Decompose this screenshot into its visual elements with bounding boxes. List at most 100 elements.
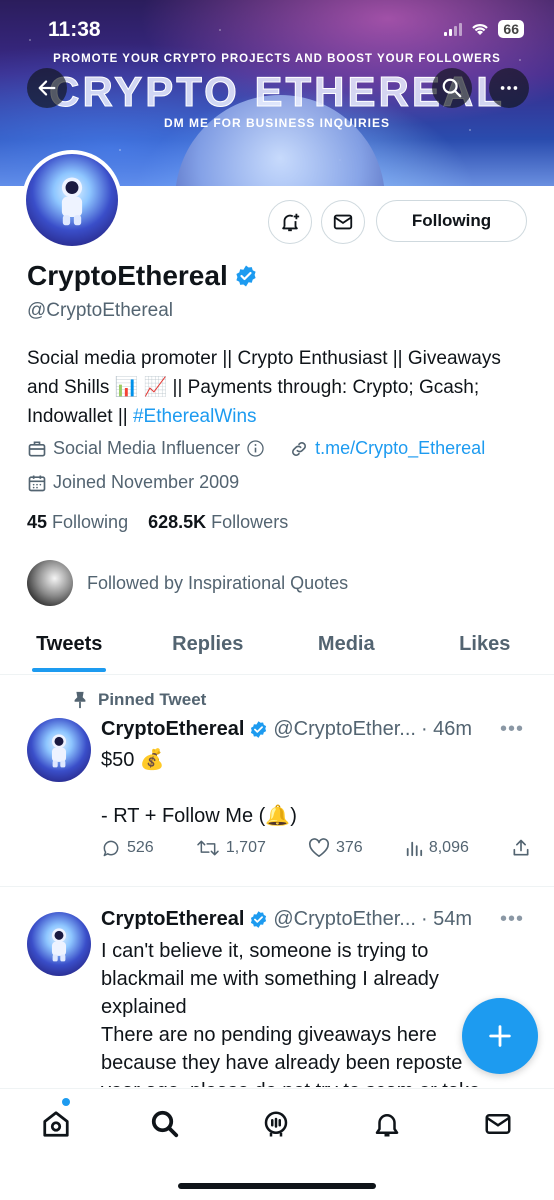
nav-messages[interactable] [481, 1107, 515, 1141]
battery-indicator: 66 [498, 20, 524, 38]
status-time: 11:38 [48, 18, 101, 41]
notifications-subscribe-button[interactable] [268, 200, 312, 244]
followers-stat[interactable]: 628.5K Followers [148, 512, 288, 532]
joined-row: Joined November 2009 [27, 472, 239, 493]
nav-spaces[interactable] [259, 1107, 293, 1141]
tweet-divider [0, 886, 554, 887]
tweet-header: CryptoEthereal @CryptoEther... · 54m [101, 908, 472, 931]
tweet-author-name[interactable]: CryptoEthereal [101, 718, 244, 741]
tweet-text: $50 💰 - RT + Follow Me (🔔) [101, 746, 541, 830]
share-icon [513, 839, 529, 856]
tweet-time: · 46m [420, 718, 473, 740]
like-count: 376 [336, 839, 363, 856]
envelope-icon [485, 1114, 511, 1134]
verified-badge-icon [251, 911, 267, 928]
views-button[interactable]: 8,096 [405, 838, 469, 858]
status-icons: 66 [444, 20, 524, 38]
signal-icon [444, 22, 463, 36]
pinned-label: Pinned Tweet [72, 690, 206, 710]
tweet-text-line: I can't believe it, someone is trying to [101, 940, 429, 962]
views-chart-icon [406, 841, 422, 857]
bell-icon [375, 1114, 399, 1137]
tweet-avatar[interactable] [27, 912, 91, 976]
briefcase-icon [28, 441, 46, 456]
followed-by-row[interactable]: Followed by Inspirational Quotes [27, 560, 348, 606]
tweet-more-button[interactable]: ••• [500, 718, 524, 741]
reply-icon [103, 840, 119, 857]
following-label: Following [52, 512, 129, 532]
arrow-left-icon [38, 80, 56, 96]
profile-website-link[interactable]: t.me/Crypto_Ethereal [315, 438, 485, 459]
nav-search[interactable] [148, 1107, 182, 1141]
bell-plus-icon [282, 213, 300, 232]
banner-promo-text: PROMOTE YOUR CRYPTO PROJECTS AND BOOST Y… [53, 53, 501, 65]
search-icon [151, 1110, 179, 1138]
tweet-text-line: $50 💰 [101, 749, 165, 771]
tweet-avatar[interactable] [27, 718, 91, 782]
bio-hashtag-link[interactable]: #EtherealWins [133, 406, 257, 427]
back-button[interactable] [27, 68, 67, 108]
joined-date: Joined November 2009 [53, 472, 240, 492]
message-button[interactable] [321, 200, 365, 244]
retweet-button[interactable]: 1,707 [196, 838, 266, 858]
followers-count: 628.5K [148, 512, 207, 532]
heart-icon [308, 838, 330, 857]
tweet-author-handle: @CryptoEther... [273, 718, 416, 740]
tweet-author-name[interactable]: CryptoEthereal [101, 908, 244, 931]
profile-avatar[interactable] [22, 150, 122, 250]
calendar-icon [28, 475, 46, 491]
tab-media[interactable]: Media [277, 615, 416, 674]
more-horizontal-icon [500, 86, 518, 90]
views-count: 8,096 [428, 839, 469, 856]
bio-text: Social media promoter || Crypto Enthusia… [27, 348, 501, 427]
pinned-label-text: Pinned Tweet [98, 690, 207, 709]
more-options-button[interactable] [489, 68, 529, 108]
home-icon [43, 1111, 69, 1137]
verified-badge-icon [251, 721, 267, 738]
tab-replies[interactable]: Replies [139, 615, 278, 674]
search-button[interactable] [432, 68, 472, 108]
link-icon [292, 441, 307, 456]
profile-tabs: Tweets Replies Media Likes [0, 615, 554, 675]
astronaut-icon [51, 734, 67, 768]
tweet-text-line: - RT + Follow Me (🔔) [101, 805, 297, 827]
profile-handle: @CryptoEthereal [27, 300, 174, 321]
tab-likes[interactable]: Likes [416, 615, 554, 674]
search-icon [442, 78, 462, 98]
info-icon[interactable] [246, 439, 265, 458]
astronaut-icon [51, 928, 67, 962]
tab-tweets[interactable]: Tweets [0, 615, 139, 674]
reply-button[interactable]: 526 [101, 838, 154, 858]
tweet-more-button[interactable]: ••• [500, 908, 524, 931]
tweet-time: · 54m [420, 908, 473, 930]
profile-bio: Social media promoter || Crypto Enthusia… [27, 344, 532, 431]
plus-icon [489, 1025, 511, 1047]
followers-label: Followers [211, 512, 289, 532]
profile-name: CryptoEthereal [27, 260, 258, 292]
followed-by-text: Followed by Inspirational Quotes [87, 572, 349, 593]
profile-category: Social Media Influencer [53, 438, 241, 458]
retweet-icon [197, 840, 219, 856]
share-button[interactable] [511, 838, 531, 858]
avatar-image [26, 154, 118, 246]
tweet-author-handle: @CryptoEther... [273, 908, 416, 930]
spaces-microphone-icon [264, 1111, 288, 1137]
profile-meta-row: Social Media Influencer t.me/Crypto_Ethe… [27, 438, 485, 459]
nav-notifications[interactable] [370, 1107, 404, 1141]
astronaut-icon [61, 177, 83, 226]
reply-count: 526 [127, 839, 154, 856]
follow-stats: 45 Following 628.5K Followers [27, 512, 288, 533]
like-button[interactable]: 376 [308, 838, 363, 858]
home-notification-dot [62, 1098, 70, 1106]
wifi-icon [472, 24, 489, 35]
nav-home[interactable] [39, 1107, 73, 1141]
pin-icon [74, 691, 86, 709]
follower-avatar [27, 560, 73, 606]
banner-dm-text: DM ME FOR BUSINESS INQUIRIES [163, 116, 391, 130]
compose-tweet-button[interactable] [462, 998, 538, 1074]
following-button[interactable]: Following [376, 200, 527, 242]
profile-name-text: CryptoEthereal [27, 260, 228, 291]
tweet-actions: 526 1,707 376 8,096 [101, 838, 531, 858]
following-stat[interactable]: 45 Following [27, 512, 128, 532]
home-indicator-bar[interactable] [178, 1183, 376, 1189]
